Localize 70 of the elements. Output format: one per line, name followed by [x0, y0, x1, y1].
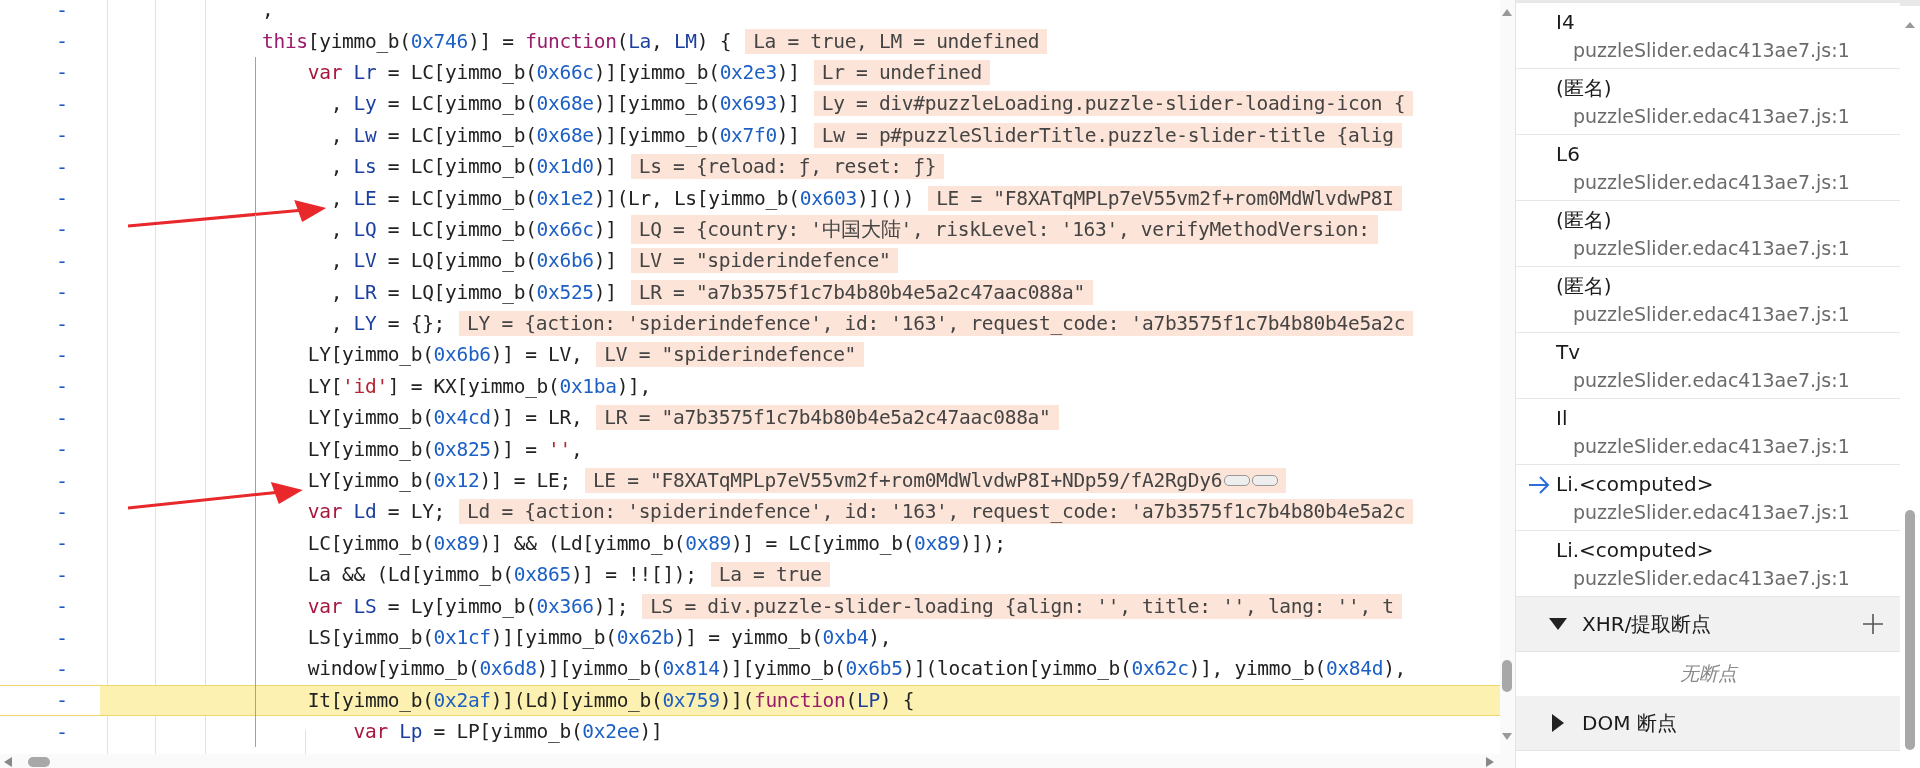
section-header[interactable]: DOM 断点: [1516, 696, 1900, 751]
inline-value: Lw = p#puzzleSliderTitle.puzzle-slider-title {alig: [813, 122, 1402, 148]
code-line: LS[yimmo_b(0x1cf)][yimmo_b(0x62b)] = yimmo_b(0xb4),: [306, 626, 892, 649]
diff-marker: -: [56, 91, 69, 116]
diff-marker: -: [56, 343, 69, 367]
inline-value: LY = {action: 'spiderindefence', id: '163', request_code: 'a7b3575f1c7b4b80b4e5a2c: [459, 311, 1414, 337]
diff-marker: -: [56, 656, 69, 681]
inline-value: LR = "a7b3575f1c7b4b80b4e5a2c47aac088a": [630, 279, 1093, 305]
code-line: LY[yimmo_b(0x825)] = '',: [306, 437, 583, 461]
empty-message: 无断点: [1679, 661, 1737, 686]
diff-marker: -: [56, 186, 69, 211]
diff-marker: -: [56, 217, 69, 242]
code-line: ,: [262, 0, 274, 22]
inline-value: LR = "a7b3575f1c7b4b80b4e5a2c47aac088a": [596, 405, 1059, 431]
code-line: , LQ = LC[yimmo_b(0x66c)]: [329, 217, 617, 241]
inline-value: LQ = {country: '中国大陆', riskLevel: '163', verifyMethodVersion:: [630, 214, 1378, 244]
diff-marker: -: [56, 594, 69, 619]
code-line: var Ld = LY;: [306, 500, 446, 524]
truncation-icon: [1252, 475, 1279, 487]
code-line: this[yimmo_b(0x746)] = function(La, LM) {: [262, 29, 732, 53]
diff-marker: -: [56, 0, 69, 22]
code-line: , LE = LC[yimmo_b(0x1e2)](Lr, Ls[yimmo_b(0x603)]()): [329, 186, 915, 210]
diff-marker: -: [56, 154, 69, 179]
code-line: , LR = LQ[yimmo_b(0x525)]: [329, 280, 617, 304]
inline-value: Ls = {reload: ƒ, reset: ƒ}: [630, 154, 945, 180]
code-line: LY['id'] = KX[yimmo_b(0x1ba)],: [306, 374, 651, 398]
code-line: var Lp = LP[yimmo_b(0x2ee)]: [352, 720, 663, 744]
inline-value: LE = "F8XATqMPLp7eV55vm2f+rom0MdWlvdwP8I: [928, 185, 1402, 211]
code-line: LY[yimmo_b(0x6b6)] = LV,: [306, 343, 583, 367]
code-line: var LS = Ly[yimmo_b(0x366)];: [306, 594, 629, 618]
code-line: La && (Ld[yimmo_b(0x865)] = !![]);: [306, 563, 697, 587]
diff-marker: -: [56, 374, 69, 399]
inline-value: LV = "spiderindefence": [630, 248, 899, 274]
diff-marker: -: [56, 625, 69, 650]
inline-value: Ld = {action: 'spiderindefence', id: '163', request_code: 'a7b3575f1c7b4b80b4e5a2c: [459, 499, 1414, 525]
diff-marker: -: [56, 60, 69, 85]
add-button[interactable]: [1860, 611, 1886, 637]
inline-value: Lr = undefined: [813, 59, 990, 85]
code-line: , LV = LQ[yimmo_b(0x6b6)]: [329, 249, 617, 273]
diff-marker: -: [56, 531, 69, 556]
diff-marker: -: [56, 311, 69, 336]
diff-marker: -: [56, 562, 69, 587]
code-line: LY[yimmo_b(0x4cd)] = LR,: [306, 406, 583, 430]
code-line: , Ly = LC[yimmo_b(0x68e)][yimmo_b(0x693)]: [329, 92, 800, 116]
diff-marker: -: [56, 437, 69, 462]
code-line: LY[yimmo_b(0x12)] = LE;: [306, 469, 571, 493]
diff-marker: -: [56, 499, 69, 524]
inline-value: LE = "F8XATqMPLp7eV55vm2f+rom0MdWlvdwP8I+NDp59/fA2RgDy6: [584, 468, 1287, 494]
diff-marker: -: [56, 29, 69, 54]
diff-marker: -: [56, 719, 69, 744]
code-line: , Ls = LC[yimmo_b(0x1d0)]: [329, 155, 617, 179]
inline-value: La = true, LM = undefined: [745, 28, 1048, 54]
diff-marker: -: [56, 405, 69, 430]
diff-marker: -: [56, 123, 69, 148]
code-line: , Lw = LC[yimmo_b(0x68e)][yimmo_b(0x7f0)]: [329, 123, 800, 147]
inline-value: LV = "spiderindefence": [596, 342, 865, 368]
code-line: It[yimmo_b(0x2af)](Ld)[yimmo_b(0x759)](function(LP) {: [306, 688, 915, 712]
code-line: , LY = {};: [329, 312, 446, 336]
diff-marker: -: [56, 468, 69, 493]
code-line: window[yimmo_b(0x6d8)][yimmo_b(0x814)][yimmo_b(0x6b5)](location[yimmo_b(0x62c)], yimmo_b(0x84d),: [306, 657, 1407, 681]
inline-value: La = true: [710, 562, 830, 588]
inline-value: LS = div.puzzle-slider-loading {align: '', title: '', lang: '', t: [642, 593, 1402, 619]
call-stack-frame[interactable]: I4 puzzleSlider.edac413ae7.js:1: [1516, 3, 1900, 69]
diff-marker: -: [56, 280, 69, 305]
diff-marker: -: [56, 248, 69, 273]
code-line: var Lr = LC[yimmo_b(0x66c)][yimmo_b(0x2e3)]: [306, 60, 800, 84]
code-line: LC[yimmo_b(0x89)] && (Ld[yimmo_b(0x89)] = LC[yimmo_b(0x89)]);: [306, 531, 1006, 555]
inline-value: Ly = div#puzzleLoading.puzzle-slider-loading-icon {: [813, 91, 1414, 117]
section-header[interactable]: XHR/提取断点: [1516, 597, 1900, 652]
diff-marker: -: [56, 688, 69, 713]
